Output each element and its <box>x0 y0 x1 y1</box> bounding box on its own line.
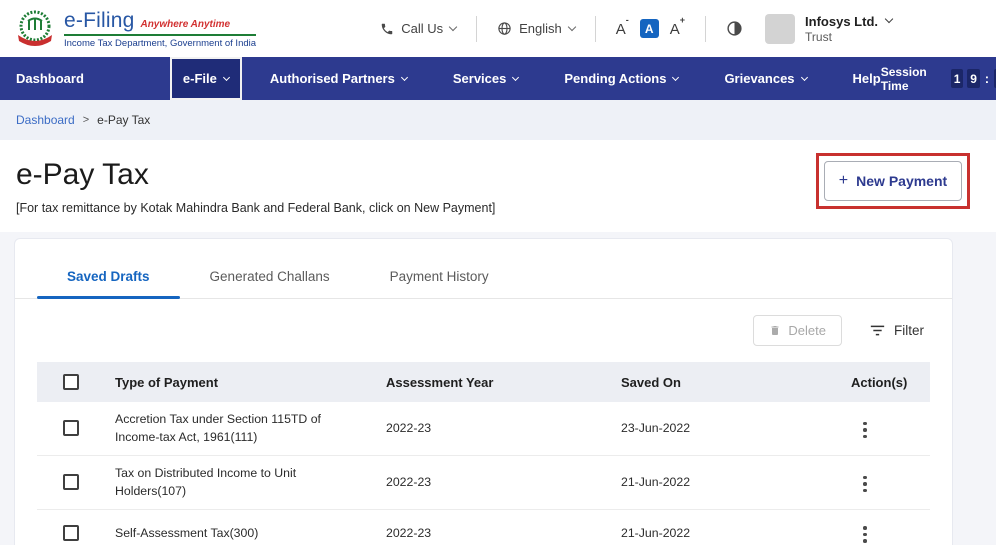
divider <box>595 16 596 42</box>
cell-saved-on: 23-Jun-2022 <box>611 421 841 435</box>
cell-type-of-payment: Tax on Distributed Income to Unit Holder… <box>105 464 376 501</box>
cell-type-of-payment: Self-Assessment Tax(300) <box>105 524 376 542</box>
call-us-label: Call Us <box>401 21 443 36</box>
user-role: Trust <box>805 30 892 44</box>
font-increase-button[interactable]: A+ <box>670 20 685 38</box>
row-actions-menu-icon[interactable] <box>855 418 875 443</box>
chevron-down-icon <box>223 74 230 81</box>
table-row: Accretion Tax under Section 115TD of Inc… <box>37 402 930 456</box>
breadcrumb-current: e-Pay Tax <box>97 113 150 127</box>
chevron-down-icon <box>801 74 808 81</box>
breadcrumb-dashboard-link[interactable]: Dashboard <box>16 113 75 127</box>
cell-assessment-year: 2022-23 <box>376 475 611 489</box>
phone-icon <box>380 22 394 36</box>
plus-icon: + <box>839 172 848 190</box>
nav-item-grievances[interactable]: Grievances <box>724 71 806 86</box>
row-checkbox[interactable] <box>63 525 79 541</box>
chevron-down-icon <box>568 22 576 30</box>
row-actions-menu-icon[interactable] <box>855 522 875 545</box>
call-us-menu[interactable]: Call Us <box>380 21 456 36</box>
e-pay-tax-card: Saved Drafts Generated Challans Payment … <box>14 238 953 545</box>
user-menu[interactable]: Infosys Ltd. Trust <box>765 14 892 44</box>
globe-icon <box>497 21 512 36</box>
filter-button[interactable]: Filter <box>870 323 924 338</box>
avatar <box>765 14 795 44</box>
cell-assessment-year: 2022-23 <box>376 421 611 435</box>
session-digit: 9 <box>967 69 979 88</box>
nav-item-dashboard[interactable]: Dashboard <box>16 71 84 86</box>
language-selector[interactable]: English <box>497 21 575 36</box>
delete-button[interactable]: Delete <box>753 315 842 346</box>
column-header-type: Type of Payment <box>105 375 376 390</box>
national-emblem-icon <box>14 8 56 50</box>
page-header: e-Pay Tax [For tax remittance by Kotak M… <box>0 140 996 232</box>
session-timer: Session Time 1 9 : 4 1 <box>881 65 996 93</box>
font-normal-button[interactable]: A <box>640 19 659 38</box>
cell-assessment-year: 2022-23 <box>376 526 611 540</box>
row-checkbox[interactable] <box>63 474 79 490</box>
session-separator: : <box>985 71 989 86</box>
nav-item-authorised-partners[interactable]: Authorised Partners <box>270 71 407 86</box>
column-header-saved-on: Saved On <box>611 375 841 390</box>
main-navigation: Dashboard e-File Authorised Partners Ser… <box>0 57 996 100</box>
divider <box>705 16 706 42</box>
divider <box>476 16 477 42</box>
row-checkbox[interactable] <box>63 420 79 436</box>
breadcrumb-separator: > <box>83 114 89 126</box>
session-digit: 1 <box>951 69 963 88</box>
nav-item-pending-actions[interactable]: Pending Actions <box>564 71 678 86</box>
chevron-down-icon <box>401 74 408 81</box>
contrast-toggle-icon[interactable] <box>726 20 743 37</box>
top-header: e-Filing Anywhere Anytime Income Tax Dep… <box>0 0 996 57</box>
table-toolbar: Delete Filter <box>15 299 952 358</box>
font-size-controls: A- A A+ <box>616 19 685 38</box>
cell-type-of-payment: Accretion Tax under Section 115TD of Inc… <box>105 410 376 447</box>
breadcrumb: Dashboard > e-Pay Tax <box>0 100 996 140</box>
row-actions-menu-icon[interactable] <box>855 472 875 497</box>
saved-drafts-table: Type of Payment Assessment Year Saved On… <box>37 362 930 545</box>
nav-item-help[interactable]: Help <box>853 71 881 86</box>
language-label: English <box>519 21 562 36</box>
chevron-down-icon <box>672 74 679 81</box>
brand-subtitle: Income Tax Department, Government of Ind… <box>64 38 256 49</box>
brand-tagline: Anywhere Anytime <box>140 19 230 30</box>
content-area: Saved Drafts Generated Challans Payment … <box>0 232 996 545</box>
table-row: Self-Assessment Tax(300) 2022-23 21-Jun-… <box>37 510 930 545</box>
brand-name: e-Filing <box>64 9 134 33</box>
annotation-highlight-box: + New Payment <box>816 153 970 209</box>
chevron-down-icon <box>512 74 519 81</box>
column-header-actions: Action(s) <box>841 375 930 390</box>
nav-item-services[interactable]: Services <box>453 71 519 86</box>
cell-saved-on: 21-Jun-2022 <box>611 475 841 489</box>
user-name: Infosys Ltd. <box>805 14 878 29</box>
filter-icon <box>870 324 885 337</box>
column-header-assessment-year: Assessment Year <box>376 375 611 390</box>
cell-saved-on: 21-Jun-2022 <box>611 526 841 540</box>
tab-bar: Saved Drafts Generated Challans Payment … <box>15 239 952 299</box>
table-row: Tax on Distributed Income to Unit Holder… <box>37 456 930 510</box>
tab-payment-history[interactable]: Payment History <box>360 263 519 298</box>
nav-item-e-file[interactable]: e-File <box>170 57 242 100</box>
tab-saved-drafts[interactable]: Saved Drafts <box>37 263 180 298</box>
site-logo: e-Filing Anywhere Anytime Income Tax Dep… <box>14 8 256 50</box>
font-decrease-button[interactable]: A- <box>616 20 629 38</box>
new-payment-button[interactable]: + New Payment <box>824 161 962 201</box>
table-header-row: Type of Payment Assessment Year Saved On… <box>37 362 930 402</box>
chevron-down-icon <box>449 22 457 30</box>
trash-icon <box>769 324 781 337</box>
chevron-down-icon <box>885 15 893 23</box>
select-all-checkbox[interactable] <box>63 374 79 390</box>
tab-generated-challans[interactable]: Generated Challans <box>180 263 360 298</box>
